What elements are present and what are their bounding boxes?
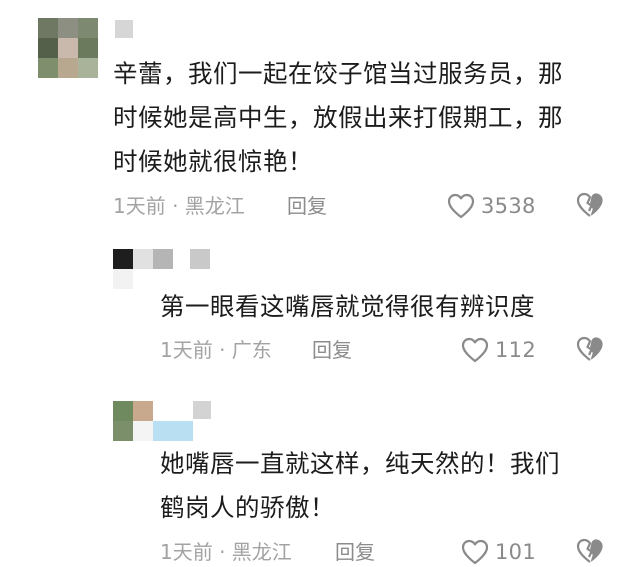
like-count: 101: [495, 540, 536, 564]
username-part: [193, 401, 211, 419]
broken-heart-icon: [576, 336, 604, 362]
dislike-button[interactable]: [576, 336, 604, 364]
comment-text: 辛蕾，我们一起在饺子馆当过服务员，那 时候她是高中生，放假出来打假期工，那 时候…: [113, 59, 563, 176]
comment-3: 她嘴唇一直就这样，纯天然的！我们 鹤岗人的骄傲！ 1天前 · 黑龙江 回复 10…: [0, 380, 640, 565]
comment-2: 第一眼看这嘴唇就觉得很有辨识度 1天前 · 广东 回复 112: [0, 230, 640, 380]
heart-outline-icon: [461, 337, 489, 363]
comment-meta: 1天前 · 广东: [160, 338, 272, 362]
dislike-button[interactable]: [576, 192, 604, 220]
comment-1: 辛蕾，我们一起在饺子馆当过服务员，那 时候她是高中生，放假出来打假期工，那 时候…: [0, 0, 640, 230]
comment-text: 第一眼看这嘴唇就觉得很有辨识度: [160, 292, 535, 321]
like-button[interactable]: 112: [461, 335, 536, 365]
reply-button[interactable]: 回复: [312, 335, 352, 365]
comment-text: 她嘴唇一直就这样，纯天然的！我们 鹤岗人的骄傲！: [160, 449, 560, 522]
username[interactable]: [190, 249, 210, 269]
avatar[interactable]: [113, 249, 173, 289]
username[interactable]: [153, 401, 193, 441]
dislike-button[interactable]: [576, 538, 604, 566]
username[interactable]: [115, 20, 133, 38]
reply-button[interactable]: 回复: [335, 537, 375, 567]
like-button[interactable]: 3538: [447, 191, 536, 221]
broken-heart-icon: [576, 192, 604, 218]
avatar[interactable]: [113, 401, 153, 441]
broken-heart-icon: [576, 538, 604, 564]
like-button[interactable]: 101: [461, 537, 536, 567]
comment-meta: 1天前 · 黑龙江: [160, 540, 292, 564]
reply-button[interactable]: 回复: [287, 191, 327, 221]
comment-meta: 1天前 · 黑龙江: [113, 194, 245, 218]
avatar[interactable]: [38, 18, 98, 78]
like-count: 112: [495, 338, 536, 362]
heart-outline-icon: [447, 193, 475, 219]
like-count: 3538: [481, 194, 536, 218]
heart-outline-icon: [461, 539, 489, 565]
